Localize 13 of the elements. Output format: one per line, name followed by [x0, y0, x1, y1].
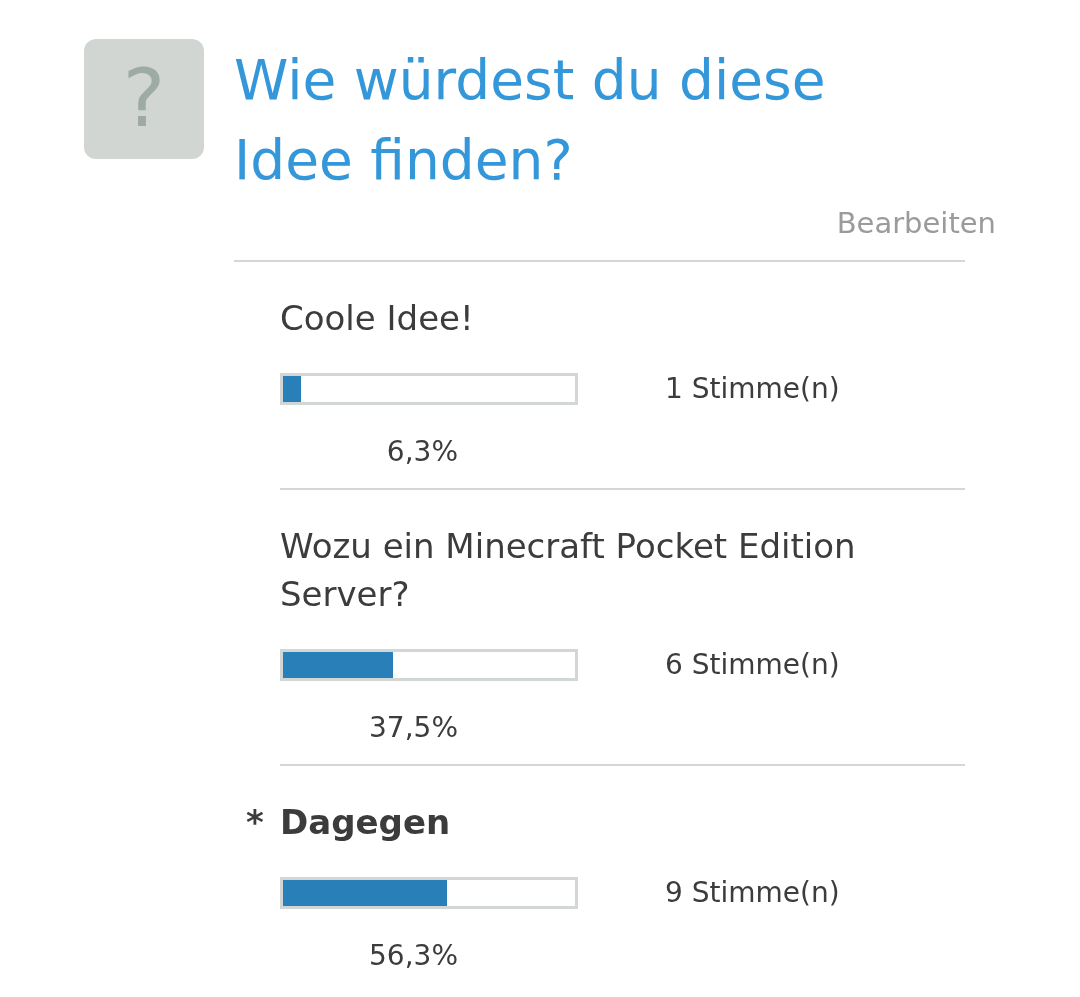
- vote-count: 1 Stimme(n): [665, 372, 840, 405]
- poll-title: Wie würdest du diese Idee finden?: [234, 47, 827, 194]
- selected-marker: *: [246, 801, 264, 844]
- vote-count: 9 Stimme(n): [665, 876, 840, 909]
- vote-percent: 6,3%: [386, 435, 458, 468]
- option-label: Wozu ein Minecraft Pocket Edition Server?: [280, 525, 857, 616]
- vote-count: 6 Stimme(n): [665, 648, 840, 681]
- question-icon: ?: [84, 39, 204, 159]
- vote-percent: 37,5%: [369, 711, 458, 744]
- option-label: Coole Idee!: [280, 297, 474, 340]
- edit-link[interactable]: Bearbeiten: [836, 206, 996, 240]
- vote-percent: 56,3%: [369, 939, 458, 972]
- option-label: Dagegen: [280, 801, 451, 844]
